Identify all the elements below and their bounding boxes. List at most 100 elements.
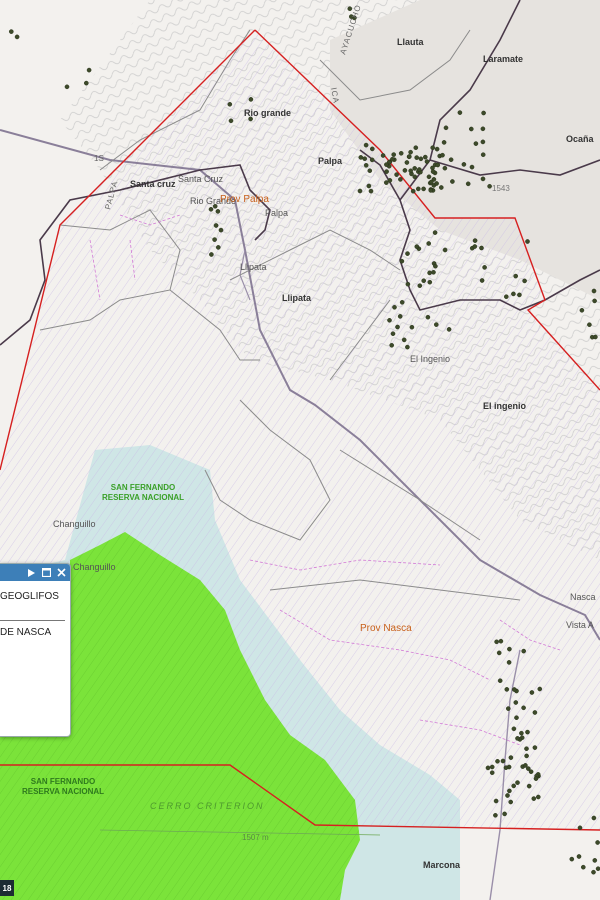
geoglyph-point[interactable] <box>443 125 449 131</box>
geoglyph-point[interactable] <box>390 156 395 162</box>
geoglyph-point[interactable] <box>593 334 598 340</box>
geoglyph-point[interactable] <box>569 856 575 862</box>
geoglyph-point[interactable] <box>468 126 474 132</box>
geoglyph-point[interactable] <box>502 811 507 817</box>
geoglyph-point[interactable] <box>524 746 529 752</box>
geoglyph-point[interactable] <box>412 166 418 171</box>
geoglyph-point[interactable] <box>507 646 512 652</box>
geoglyph-point[interactable] <box>405 281 411 287</box>
geoglyph-point[interactable] <box>532 745 538 750</box>
geoglyph-point[interactable] <box>208 206 214 212</box>
geoglyph-point[interactable] <box>399 258 405 264</box>
geoglyph-point[interactable] <box>435 162 441 168</box>
geoglyph-point[interactable] <box>391 152 397 157</box>
geoglyph-point[interactable] <box>526 783 532 789</box>
geoglyph-point[interactable] <box>504 687 510 692</box>
geoglyph-point[interactable] <box>521 705 526 711</box>
geoglyph-point[interactable] <box>576 854 582 859</box>
geoglyph-point[interactable] <box>398 177 403 182</box>
geoglyph-point[interactable] <box>512 687 517 692</box>
geoglyph-point[interactable] <box>410 188 416 194</box>
geoglyph-point[interactable] <box>415 186 421 192</box>
geoglyph-point[interactable] <box>215 245 221 250</box>
geoglyph-point[interactable] <box>408 149 413 155</box>
geoglyph-point[interactable] <box>84 80 89 86</box>
geoglyph-point[interactable] <box>425 314 431 320</box>
geoglyph-point[interactable] <box>511 783 517 789</box>
geoglyph-point[interactable] <box>496 650 502 656</box>
geoglyph-point[interactable] <box>480 176 486 182</box>
geoglyph-point[interactable] <box>536 794 541 800</box>
geoglyph-point[interactable] <box>213 223 219 228</box>
geoglyph-point[interactable] <box>369 157 375 163</box>
geoglyph-point[interactable] <box>397 314 403 319</box>
geoglyph-point[interactable] <box>514 715 519 721</box>
geoglyph-point[interactable] <box>522 278 527 284</box>
geoglyph-point[interactable] <box>505 706 511 711</box>
geoglyph-point[interactable] <box>398 150 404 156</box>
geoglyph-point[interactable] <box>387 178 393 183</box>
geoglyph-point[interactable] <box>389 342 395 348</box>
geoglyph-point[interactable] <box>426 241 432 246</box>
geoglyph-point[interactable] <box>228 118 234 124</box>
geoglyph-point[interactable] <box>357 188 363 194</box>
geoglyph-point[interactable] <box>513 700 519 705</box>
geoglyph-point[interactable] <box>448 157 454 162</box>
geoglyph-point[interactable] <box>413 145 419 150</box>
geoglyph-point[interactable] <box>513 273 519 279</box>
geoglyph-point[interactable] <box>384 169 389 174</box>
geoglyph-point[interactable] <box>215 209 221 214</box>
geoglyph-point[interactable] <box>428 188 434 193</box>
geoglyph-point[interactable] <box>399 299 405 305</box>
geoglyph-point[interactable] <box>591 288 597 294</box>
geoglyph-point[interactable] <box>433 322 439 327</box>
geoglyph-point[interactable] <box>497 678 503 684</box>
geoglyph-point[interactable] <box>422 154 428 160</box>
geoglyph-point[interactable] <box>485 765 491 771</box>
geoglyph-point[interactable] <box>511 291 516 297</box>
geoglyph-point[interactable] <box>426 174 432 180</box>
geoglyph-point[interactable] <box>577 825 583 831</box>
geoglyph-point[interactable] <box>441 140 447 145</box>
geoglyph-point[interactable] <box>416 167 422 172</box>
geoglyph-point[interactable] <box>248 97 254 102</box>
geoglyph-point[interactable] <box>384 162 389 167</box>
geoglyph-point[interactable] <box>417 283 423 289</box>
geoglyph-point[interactable] <box>507 788 512 794</box>
geoglyph-point[interactable] <box>581 864 586 870</box>
geoglyph-point[interactable] <box>414 155 420 160</box>
geoglyph-point[interactable] <box>430 169 436 174</box>
geoglyph-point[interactable] <box>531 796 537 801</box>
geoglyph-point[interactable] <box>404 160 410 165</box>
geoglyph-point[interactable] <box>457 110 463 115</box>
geoglyph-point[interactable] <box>86 67 92 73</box>
geoglyph-point[interactable] <box>479 245 484 251</box>
geoglyph-point[interactable] <box>427 270 432 276</box>
play-icon[interactable] <box>26 567 37 578</box>
geoglyph-point[interactable] <box>421 278 427 284</box>
geoglyph-point[interactable] <box>362 156 368 161</box>
geoglyph-point[interactable] <box>442 165 448 171</box>
geoglyph-point[interactable] <box>431 269 436 275</box>
geoglyph-point[interactable] <box>424 159 430 164</box>
geoglyph-point[interactable] <box>489 770 495 776</box>
geoglyph-point[interactable] <box>529 690 535 695</box>
geoglyph-point[interactable] <box>446 327 452 332</box>
geoglyph-point[interactable] <box>421 186 426 192</box>
geoglyph-point[interactable] <box>579 307 585 313</box>
geoglyph-point[interactable] <box>395 324 400 330</box>
geoglyph-point[interactable] <box>438 185 444 190</box>
geoglyph-point[interactable] <box>481 110 486 116</box>
geoglyph-point[interactable] <box>525 239 530 244</box>
geoglyph-point[interactable] <box>427 279 433 285</box>
geoglyph-point[interactable] <box>508 755 514 760</box>
geoglyph-point[interactable] <box>409 324 415 330</box>
geoglyph-point[interactable] <box>480 152 486 157</box>
geoglyph-point[interactable] <box>14 34 20 40</box>
geoglyph-point[interactable] <box>366 183 372 189</box>
geoglyph-point[interactable] <box>591 815 597 821</box>
geoglyph-point[interactable] <box>368 188 374 194</box>
geoglyph-point[interactable] <box>408 168 414 174</box>
geoglyph-point[interactable] <box>387 317 392 323</box>
geoglyph-point[interactable] <box>480 126 486 132</box>
